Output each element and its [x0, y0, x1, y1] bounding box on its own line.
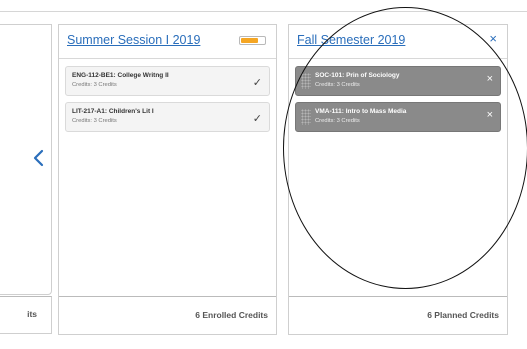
term-title-fall[interactable]: Fall Semester 2019	[297, 33, 405, 47]
drag-handle-icon[interactable]	[301, 109, 311, 125]
course-code: SOC-101: Prin of Sociology	[315, 72, 400, 79]
course-card-vma-111[interactable]: VMA-111: Intro to Mass Media Credits: 3 …	[295, 102, 501, 132]
course-code: VMA-111: Intro to Mass Media	[315, 108, 407, 115]
close-icon[interactable]: ×	[489, 31, 497, 46]
drag-handle-icon[interactable]	[301, 73, 311, 89]
previous-term-footer: its	[0, 296, 52, 334]
term-progress-bar	[239, 36, 266, 45]
course-credits: Credits: 3 Credits	[315, 118, 360, 124]
course-card-eng-112[interactable]: ENG-112-BE1: College Writng II Credits: …	[65, 66, 270, 96]
course-code: LIT-217-A1: Children's Lit I	[72, 108, 154, 115]
term-footer-fall: 6 Planned Credits	[289, 296, 507, 334]
course-card-soc-101[interactable]: SOC-101: Prin of Sociology Credits: 3 Cr…	[295, 66, 501, 96]
previous-term-credits-fragment: its	[27, 309, 37, 319]
check-icon: ✓	[252, 77, 262, 89]
course-code: ENG-112-BE1: College Writng II	[72, 72, 169, 79]
remove-course-icon[interactable]: ×	[487, 109, 493, 121]
term-body-summer: ENG-112-BE1: College Writng II Credits: …	[59, 58, 276, 296]
course-card-lit-217[interactable]: LIT-217-A1: Children's Lit I Credits: 3 …	[65, 102, 270, 132]
term-panel-summer: Summer Session I 2019 ENG-112-BE1: Colle…	[58, 24, 277, 335]
remove-course-icon[interactable]: ×	[487, 73, 493, 85]
enrolled-credits-total: 6 Enrolled Credits	[195, 310, 268, 320]
top-divider	[0, 11, 527, 12]
chevron-left-icon[interactable]	[30, 148, 48, 168]
term-panel-fall: Fall Semester 2019 × SOC-101: Prin of So…	[288, 24, 508, 335]
course-credits: Credits: 3 Credits	[72, 118, 117, 124]
planned-credits-total: 6 Planned Credits	[427, 310, 499, 320]
term-title-summer[interactable]: Summer Session I 2019	[67, 33, 200, 47]
term-progress-fill	[241, 38, 259, 43]
course-credits: Credits: 3 Credits	[315, 82, 360, 88]
course-credits: Credits: 3 Credits	[72, 82, 117, 88]
check-icon: ✓	[252, 113, 262, 125]
term-footer-summer: 6 Enrolled Credits	[59, 296, 276, 334]
term-body-fall: SOC-101: Prin of Sociology Credits: 3 Cr…	[289, 58, 507, 296]
